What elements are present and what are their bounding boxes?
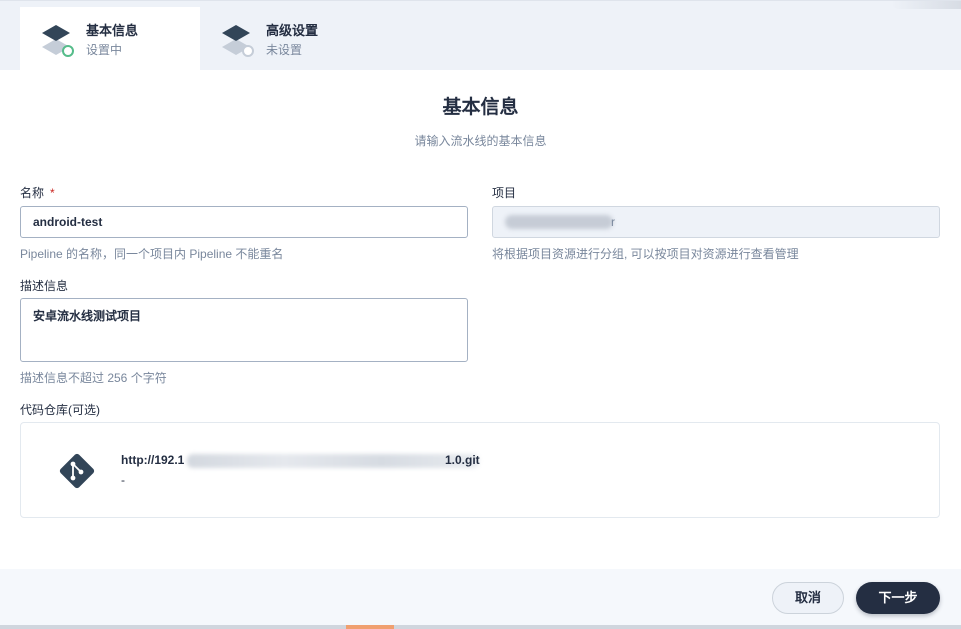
- name-label: 名称 *: [20, 186, 55, 200]
- name-input[interactable]: android-test: [20, 206, 468, 238]
- step-title: 基本信息: [86, 23, 139, 38]
- scroll-indicator: [346, 625, 394, 629]
- project-label: 项目: [492, 186, 517, 200]
- step-advanced-settings[interactable]: 高级设置 未设置: [200, 7, 380, 71]
- project-input: r: [492, 206, 940, 238]
- layers-inactive-icon: [222, 25, 254, 57]
- redacted-project-name: [505, 215, 613, 229]
- description-hint: 描述信息不超过 256 个字符: [20, 371, 167, 385]
- footer-bar: 取消 下一步: [0, 569, 961, 625]
- repository-url-prefix: http://192.1: [121, 453, 185, 467]
- next-step-button[interactable]: 下一步: [856, 582, 940, 614]
- cancel-button[interactable]: 取消: [772, 582, 844, 614]
- project-value-tail: r: [611, 215, 615, 229]
- description-textarea[interactable]: 安卓流水线测试项目: [20, 298, 468, 362]
- repository-card[interactable]: http://192.1 1.0.git -: [20, 422, 940, 518]
- step-title: 高级设置: [266, 23, 319, 38]
- bottom-scroll-strip: [0, 625, 961, 629]
- step-basic-info[interactable]: 基本信息 设置中: [20, 7, 200, 71]
- description-label: 描述信息: [20, 279, 69, 293]
- page-title: 基本信息: [442, 97, 519, 118]
- window-edge-shadow: [891, 1, 961, 9]
- repository-branch: -: [121, 473, 125, 487]
- project-hint: 将根据项目资源进行分组, 可以按项目对资源进行查看管理: [492, 247, 799, 261]
- name-hint: Pipeline 的名称，同一个项目内 Pipeline 不能重名: [20, 247, 284, 261]
- redacted-repository-url: [187, 454, 479, 468]
- step-status: 未设置: [266, 43, 303, 57]
- page-description: 请输入流水线的基本信息: [414, 134, 547, 148]
- required-mark: *: [50, 186, 55, 200]
- step-status: 设置中: [86, 43, 123, 57]
- step-bar: 基本信息 设置中 高级设置 未设置: [0, 0, 961, 71]
- layers-active-icon: [42, 25, 74, 57]
- repository-url-suffix: 1.0.git: [445, 453, 480, 467]
- git-icon: [59, 453, 95, 489]
- repository-label: 代码仓库(可选): [20, 403, 100, 417]
